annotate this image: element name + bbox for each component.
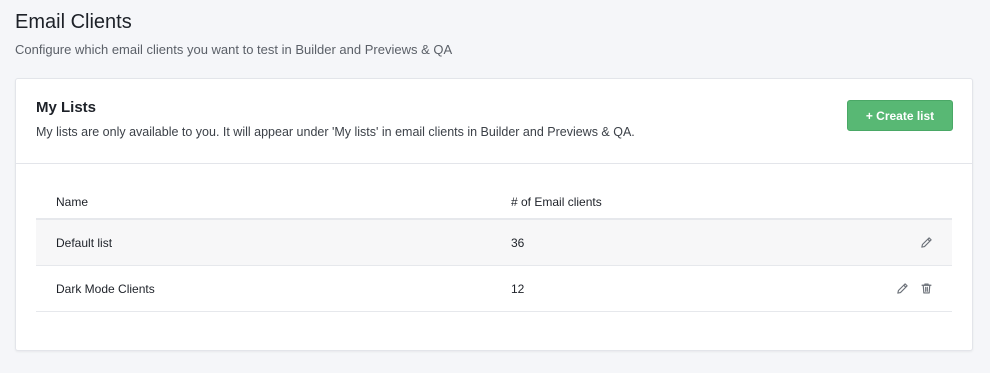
list-name: Default list: [56, 236, 113, 250]
column-header-name: Name: [56, 195, 89, 209]
lists-table: Name # of Email clients Default list 36 …: [36, 183, 952, 312]
card-description: My lists are only available to you. It w…: [36, 125, 635, 139]
email-client-count: 36: [511, 236, 525, 250]
list-name: Dark Mode Clients: [56, 282, 155, 296]
table-row[interactable]: Dark Mode Clients 12: [36, 266, 952, 312]
email-client-count: 12: [511, 282, 525, 296]
column-header-email-clients: # of Email clients: [511, 195, 602, 209]
my-lists-card: My Lists My lists are only available to …: [15, 78, 973, 351]
pencil-icon[interactable]: [918, 234, 934, 250]
trash-icon[interactable]: [918, 280, 934, 296]
card-title: My Lists: [36, 99, 97, 116]
page-title: Email Clients: [15, 11, 132, 33]
card-header: My Lists My lists are only available to …: [16, 79, 972, 164]
page-subtitle: Configure which email clients you want t…: [15, 42, 453, 57]
create-list-button[interactable]: + Create list: [847, 100, 953, 131]
table-row[interactable]: Default list 36: [36, 220, 952, 266]
table-header: Name # of Email clients: [36, 183, 952, 220]
pencil-icon[interactable]: [894, 280, 910, 296]
